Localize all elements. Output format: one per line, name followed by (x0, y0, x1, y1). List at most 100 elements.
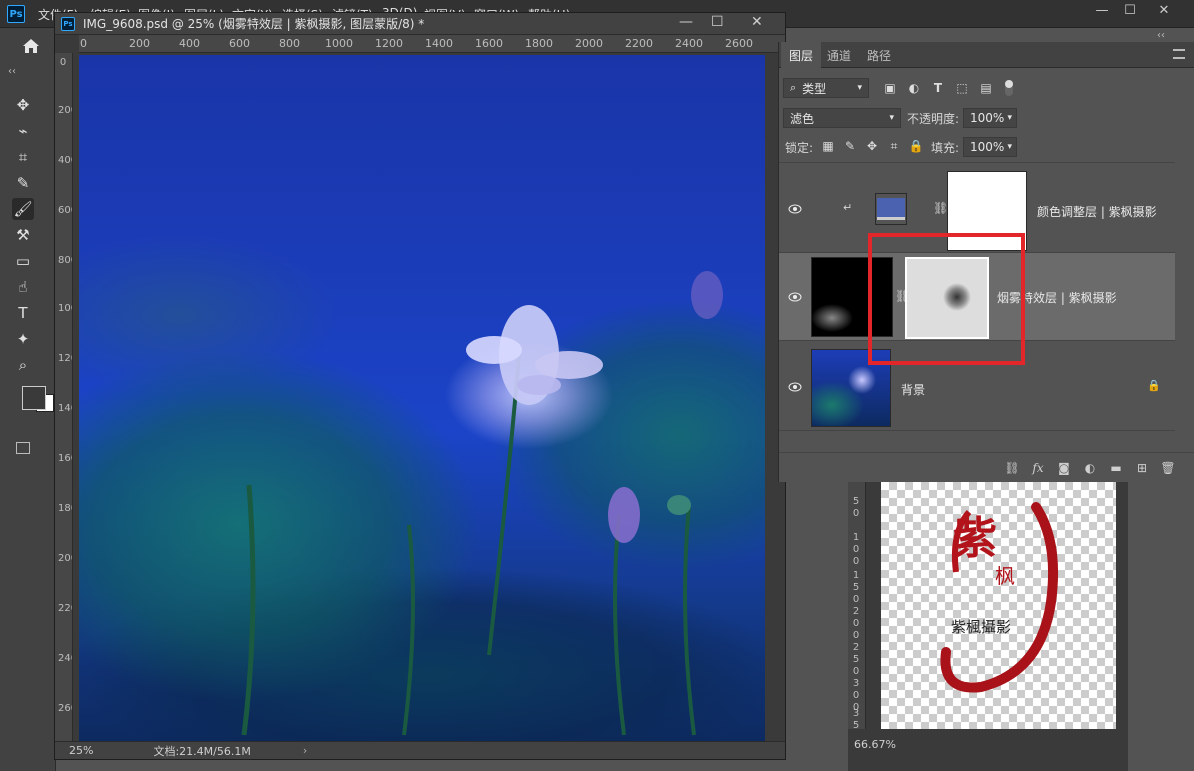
document-title: IMG_9608.psd @ 25% (烟雾特效层 | 紫枫摄影, 图层蒙版/8… (83, 17, 425, 31)
lock-all-icon[interactable]: 🔒 (909, 139, 924, 153)
transparent-canvas[interactable]: 紫 枫 紫楓攝影 (881, 482, 1116, 729)
vertical-ruler: 0 200 400 600 800 1000 1200 1400 1600 18… (55, 53, 73, 741)
doc-maximize-button[interactable]: ☐ (711, 14, 724, 30)
brush-tool-icon[interactable]: 🖌 (12, 198, 34, 220)
collapse-panel-icon[interactable]: ‹‹ (1157, 30, 1165, 41)
ruler-v-tick: 2 0 0 (852, 606, 860, 641)
ruler-v-tick: 1 0 0 (852, 532, 860, 567)
lock-transparent-icon[interactable]: ▦ (821, 139, 835, 153)
filter-kind-label: 类型 (802, 81, 827, 96)
move-tool-icon[interactable]: ✥ (12, 94, 34, 116)
document-title-bar[interactable]: Ps IMG_9608.psd @ 25% (烟雾特效层 | 紫枫摄影, 图层蒙… (55, 13, 785, 35)
layer-name[interactable]: 颜色调整层 | 紫枫摄影 (1037, 203, 1157, 220)
ruler-h-tick: 1800 (525, 37, 553, 50)
adjustment-layer-icon[interactable]: ◐ (1077, 458, 1103, 478)
ruler-v-tick: 2 5 0 (852, 642, 860, 677)
lock-icon: 🔒 (1147, 379, 1161, 392)
home-icon (23, 39, 39, 53)
logo-text: 紫楓攝影 (951, 618, 1012, 636)
collapse-toolbar-icon[interactable]: ‹‹ (8, 66, 16, 77)
fx-icon[interactable]: fx (1025, 458, 1051, 478)
link-layers-icon[interactable]: ⛓ (999, 458, 1025, 478)
ruler-h-tick: 1000 (325, 37, 353, 50)
visibility-eye-icon[interactable] (785, 377, 805, 397)
type-tool-icon[interactable]: T (12, 302, 34, 324)
filter-toggle[interactable] (1005, 80, 1013, 96)
shape-tool-icon[interactable]: ✦ (12, 328, 34, 350)
adjustment-thumbnail[interactable] (875, 193, 907, 225)
visibility-eye-icon[interactable] (785, 199, 805, 219)
ruler-v-tick: 3 5 0 (852, 708, 860, 729)
lotus-photo (241, 271, 723, 736)
home-button[interactable] (20, 36, 42, 56)
filter-kind-select[interactable]: ⌕ 类型 ▾ (783, 78, 869, 98)
ruler-h-tick: 200 (129, 37, 150, 50)
doc-close-button[interactable]: ✕ (751, 14, 763, 30)
filter-shape-icon[interactable]: ⬚ (955, 81, 969, 95)
doc-minimize-button[interactable]: — (679, 14, 693, 30)
opacity-value: 100% (970, 111, 1005, 125)
add-mask-icon[interactable]: ◙ (1051, 458, 1077, 478)
chevron-down-icon: ▾ (889, 113, 894, 123)
blend-mode-select[interactable]: 滤色 ▾ (783, 108, 901, 128)
layer-name[interactable]: 背景 (901, 381, 925, 398)
ruler-v-tick: 1400 (58, 403, 72, 414)
panel-tabs: 图层 通道 路径 (779, 42, 1194, 68)
ziyan-logo (940, 502, 1059, 693)
blend-mode-value: 滤色 (790, 111, 815, 126)
ruler-v-tick: 0 (59, 57, 67, 68)
tab-paths[interactable]: 路径 (859, 42, 899, 68)
zoom-tool-icon[interactable]: ⌕ (12, 354, 34, 376)
ruler-v-tick: 2200 (58, 603, 72, 614)
ruler-v-tick: 5 0 (852, 496, 860, 519)
foreground-color-swatch[interactable] (22, 386, 46, 410)
new-layer-icon[interactable]: ⊞ (1129, 458, 1155, 478)
lock-artboard-icon[interactable]: ⌗ (887, 139, 901, 153)
tab-layers[interactable]: 图层 (781, 42, 822, 68)
lock-position-icon[interactable]: ✥ (865, 139, 879, 153)
opacity-input[interactable]: 100% ▾ (963, 108, 1017, 128)
ruler-v-tick: 200 (58, 105, 72, 116)
group-folder-icon[interactable]: ▬ (1103, 458, 1129, 478)
chevron-down-icon: ▾ (1007, 142, 1012, 152)
panel-menu-icon[interactable] (1173, 49, 1185, 59)
zoom-level[interactable]: 25% (69, 744, 93, 757)
visibility-eye-icon[interactable] (785, 287, 805, 307)
filter-pixel-icon[interactable]: ▣ (883, 81, 897, 95)
ruler-h-tick: 400 (179, 37, 200, 50)
ruler-v-tick: 2000 (58, 553, 72, 564)
eyedropper-tool-icon[interactable]: ✎ (12, 172, 34, 194)
ruler-h-tick: 1200 (375, 37, 403, 50)
gradient-tool-icon[interactable]: ▭ (12, 250, 34, 272)
quick-mask-icon[interactable] (16, 442, 30, 454)
ruler-v-tick: 400 (58, 155, 72, 166)
lock-image-icon[interactable]: ✎ (843, 139, 857, 153)
filter-adjustment-icon[interactable]: ◐ (907, 81, 921, 95)
search-icon: ⌕ (790, 81, 797, 94)
app-maximize-button[interactable]: ☐ (1116, 0, 1144, 20)
filter-smart-object-icon[interactable]: ▤ (979, 81, 993, 95)
ruler-h-tick: 1400 (425, 37, 453, 50)
link-icon[interactable]: ⛓ (933, 201, 948, 215)
clone-stamp-tool-icon[interactable]: ⚒ (12, 224, 34, 246)
tab-channels[interactable]: 通道 (819, 42, 859, 68)
document-canvas[interactable] (79, 55, 765, 741)
app-close-button[interactable]: ✕ (1150, 0, 1178, 20)
options-bar (0, 28, 56, 64)
chevron-down-icon: ▾ (857, 83, 862, 93)
photoshop-logo: Ps (7, 5, 25, 23)
ruler-v-tick: 1 5 0 (852, 570, 860, 605)
lasso-tool-icon[interactable]: ⌁ (12, 120, 34, 142)
fill-input[interactable]: 100% ▾ (963, 137, 1017, 157)
ruler-v-tick: 1000 (58, 303, 72, 314)
trash-icon[interactable]: 🗑 (1155, 458, 1181, 478)
ruler-h-tick: 2000 (575, 37, 603, 50)
status-menu-arrow-icon[interactable]: › (303, 744, 307, 757)
document-status-bar: 25% 文档:21.4M/56.1M › (55, 741, 785, 759)
smudge-tool-icon[interactable]: ☝ (12, 276, 34, 298)
filter-type-icon[interactable]: T (931, 81, 945, 95)
crop-tool-icon[interactable]: ⌗ (12, 146, 34, 168)
preview-zoom-level[interactable]: 66.67% (854, 738, 896, 751)
app-minimize-button[interactable]: — (1088, 0, 1116, 20)
ruler-h-tick: 2400 (675, 37, 703, 50)
